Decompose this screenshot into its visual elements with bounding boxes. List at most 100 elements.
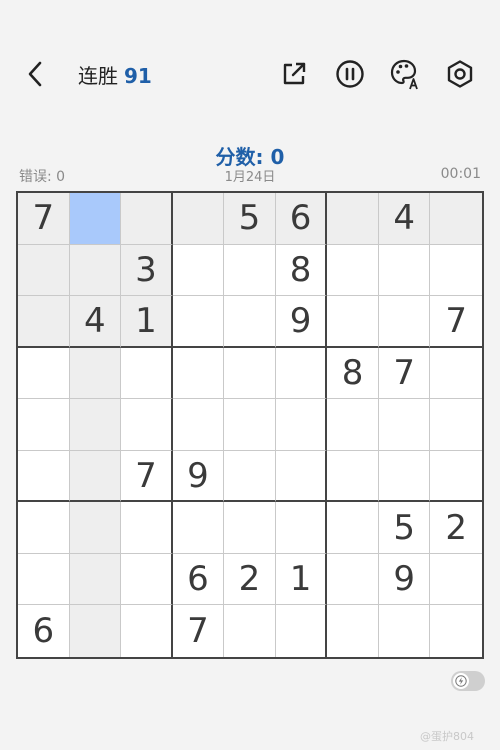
sudoku-cell[interactable] [430, 605, 482, 657]
sudoku-cell[interactable] [275, 399, 328, 451]
sudoku-cell[interactable] [18, 450, 70, 503]
sudoku-cell[interactable] [224, 502, 276, 554]
theme-palette-icon [390, 59, 418, 90]
sudoku-cell[interactable] [121, 553, 173, 606]
sudoku-cell[interactable] [327, 193, 379, 245]
sudoku-cell[interactable] [275, 502, 328, 554]
sudoku-cell[interactable] [172, 244, 225, 297]
game-timer: 00:01 [440, 166, 481, 182]
sudoku-cell[interactable]: 6 [275, 193, 328, 245]
sudoku-cell[interactable]: 9 [172, 450, 225, 503]
sudoku-cell[interactable]: 7 [121, 450, 173, 503]
sudoku-cell[interactable] [430, 245, 482, 297]
sudoku-cell[interactable]: 6 [18, 605, 70, 657]
sudoku-cell[interactable] [172, 399, 225, 451]
pause-button[interactable] [333, 57, 367, 91]
sudoku-cell[interactable] [430, 451, 482, 503]
sudoku-cell[interactable] [327, 450, 379, 503]
sudoku-cell[interactable]: 8 [327, 347, 379, 400]
theme-button[interactable] [388, 57, 422, 91]
sudoku-cell[interactable] [430, 348, 482, 400]
sudoku-cell[interactable]: 2 [430, 502, 482, 554]
settings-icon [447, 60, 473, 88]
sudoku-cell[interactable] [69, 502, 122, 554]
sudoku-cell[interactable] [327, 244, 379, 297]
sudoku-cell[interactable] [121, 399, 173, 451]
sudoku-cell[interactable] [276, 605, 328, 657]
sudoku-cell[interactable] [18, 399, 70, 451]
sudoku-cell[interactable] [224, 605, 276, 657]
sudoku-cell[interactable] [121, 502, 173, 554]
back-button[interactable] [18, 56, 52, 92]
sudoku-cell[interactable] [18, 553, 70, 606]
sudoku-cell[interactable] [327, 296, 379, 348]
sudoku-cell[interactable]: 5 [378, 502, 431, 554]
sudoku-cell[interactable]: 7 [430, 296, 482, 348]
sudoku-cell[interactable] [69, 244, 122, 297]
puzzle-date: 1月24日 [224, 170, 276, 185]
sudoku-grid: 7564384197877952621967 [18, 193, 482, 657]
sudoku-cell[interactable] [224, 450, 276, 503]
sudoku-cell[interactable] [18, 502, 70, 554]
streak-label: 连胜 [78, 64, 118, 88]
settings-button[interactable] [443, 57, 477, 91]
sudoku-cell[interactable]: 1 [121, 296, 173, 348]
sudoku-cell[interactable] [430, 554, 482, 606]
sudoku-cell[interactable] [378, 399, 431, 451]
sudoku-cell[interactable] [224, 347, 276, 400]
sudoku-cell[interactable] [378, 244, 431, 297]
game-info-bar: 错误: 0 1月24日 00:01 [19, 166, 481, 185]
sudoku-cell[interactable]: 3 [121, 244, 173, 297]
sudoku-cell[interactable] [327, 502, 379, 554]
sudoku-cell[interactable] [69, 193, 122, 245]
sudoku-cell[interactable] [327, 399, 379, 451]
sudoku-cell[interactable] [69, 553, 122, 606]
sudoku-cell[interactable]: 6 [172, 553, 225, 606]
sudoku-cell[interactable] [275, 450, 328, 503]
sudoku-cell[interactable] [172, 193, 225, 245]
sudoku-cell[interactable]: 4 [378, 193, 431, 245]
sudoku-cell[interactable]: 4 [69, 296, 122, 348]
toggle-knob [453, 673, 469, 689]
sudoku-cell[interactable] [172, 296, 225, 348]
sudoku-cell[interactable] [121, 193, 173, 245]
sudoku-cell[interactable] [69, 399, 122, 451]
sudoku-cell[interactable]: 9 [275, 296, 328, 348]
sudoku-cell[interactable] [69, 347, 122, 400]
sudoku-cell[interactable]: 1 [275, 553, 328, 606]
sudoku-cell[interactable] [121, 347, 173, 400]
sudoku-cell[interactable] [172, 347, 225, 400]
sudoku-cell[interactable] [430, 193, 482, 245]
sudoku-cell[interactable] [378, 450, 431, 503]
share-button[interactable] [277, 57, 311, 91]
quick-mode-toggle[interactable] [451, 671, 485, 691]
sudoku-cell[interactable]: 2 [224, 553, 276, 606]
sudoku-cell[interactable] [172, 502, 225, 554]
sudoku-board: 7564384197877952621967 [16, 191, 484, 659]
share-icon [283, 62, 306, 85]
sudoku-cell[interactable]: 5 [224, 193, 276, 245]
sudoku-cell[interactable] [379, 605, 431, 657]
sudoku-cell[interactable] [224, 296, 276, 348]
pause-icon [336, 60, 364, 88]
sudoku-cell[interactable] [69, 605, 122, 657]
sudoku-cell[interactable] [18, 244, 70, 297]
sudoku-cell[interactable]: 9 [378, 553, 431, 606]
sudoku-cell[interactable] [378, 296, 431, 348]
sudoku-cell[interactable]: 7 [173, 605, 225, 657]
streak-count: 91 [124, 64, 152, 88]
sudoku-cell[interactable] [275, 347, 328, 400]
sudoku-cell[interactable] [18, 347, 70, 400]
sudoku-cell[interactable]: 8 [275, 244, 328, 297]
sudoku-cell[interactable]: 7 [18, 193, 70, 245]
back-icon [28, 61, 42, 87]
sudoku-cell[interactable] [69, 450, 122, 503]
sudoku-cell[interactable] [121, 605, 173, 657]
sudoku-cell[interactable] [327, 553, 379, 606]
sudoku-cell[interactable] [224, 244, 276, 297]
sudoku-cell[interactable] [224, 399, 276, 451]
sudoku-cell[interactable] [430, 399, 482, 451]
sudoku-cell[interactable] [327, 605, 379, 657]
sudoku-cell[interactable] [18, 296, 70, 348]
sudoku-cell[interactable]: 7 [378, 347, 431, 400]
